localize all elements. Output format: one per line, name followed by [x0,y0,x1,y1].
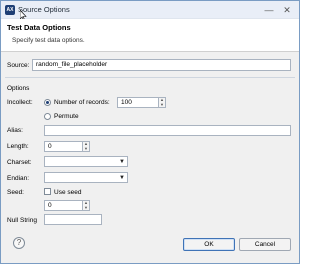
null-string-label: Null String [7,217,37,224]
alias-input[interactable] [44,125,291,136]
seed-input[interactable]: 0 [44,200,83,211]
dialog-header: Test Data Options Specify test data opti… [1,19,299,52]
seed-stepper[interactable]: ▲ ▼ [82,200,90,211]
dialog-description: Specify test data options. [12,37,85,44]
separator [5,77,295,78]
permute-label: Permute [54,113,79,120]
charset-label: Charset: [7,159,32,166]
app-icon: AX [5,5,15,15]
endian-label: Endian: [7,175,30,182]
use-seed-checkbox[interactable] [44,188,51,195]
minimize-button[interactable]: — [263,4,275,16]
options-section-label: Options [7,85,30,92]
seed-label: Seed: [7,189,24,196]
source-label: Source: [7,62,30,69]
number-of-records-radio[interactable] [44,99,51,106]
length-stepper[interactable]: ▲ ▼ [82,141,90,152]
alias-label: Alias: [7,127,23,134]
dialog-heading: Test Data Options [7,23,71,32]
source-input[interactable]: random_file_placeholder [32,59,291,71]
title-bar[interactable]: AX Source Options — ✕ [1,1,299,22]
number-of-records-label: Number of records: [54,99,110,106]
permute-radio[interactable] [44,113,51,120]
help-icon[interactable]: ? [13,237,25,249]
close-button[interactable]: ✕ [281,4,293,16]
spin-down-icon[interactable]: ▼ [83,146,89,152]
endian-select[interactable]: ▼ [44,172,128,183]
use-seed-label: Use seed [54,189,82,196]
spin-down-icon[interactable]: ▼ [83,205,89,211]
cancel-button[interactable]: Cancel [239,238,291,251]
null-string-input[interactable] [44,214,102,225]
length-label: Length: [7,143,29,150]
charset-select[interactable]: ▼ [44,156,128,167]
ok-button[interactable]: OK [183,238,235,251]
number-of-records-input[interactable]: 100 [117,97,159,108]
length-input[interactable]: 0 [44,141,83,152]
chevron-down-icon[interactable]: ▼ [119,158,125,166]
dialog-window: AX Source Options — ✕ Test Data Options … [0,0,300,264]
spin-down-icon[interactable]: ▼ [159,102,165,108]
number-of-records-stepper[interactable]: ▲ ▼ [158,97,166,108]
chevron-down-icon[interactable]: ▼ [119,174,125,182]
incollect-label: Incollect: [7,99,33,106]
